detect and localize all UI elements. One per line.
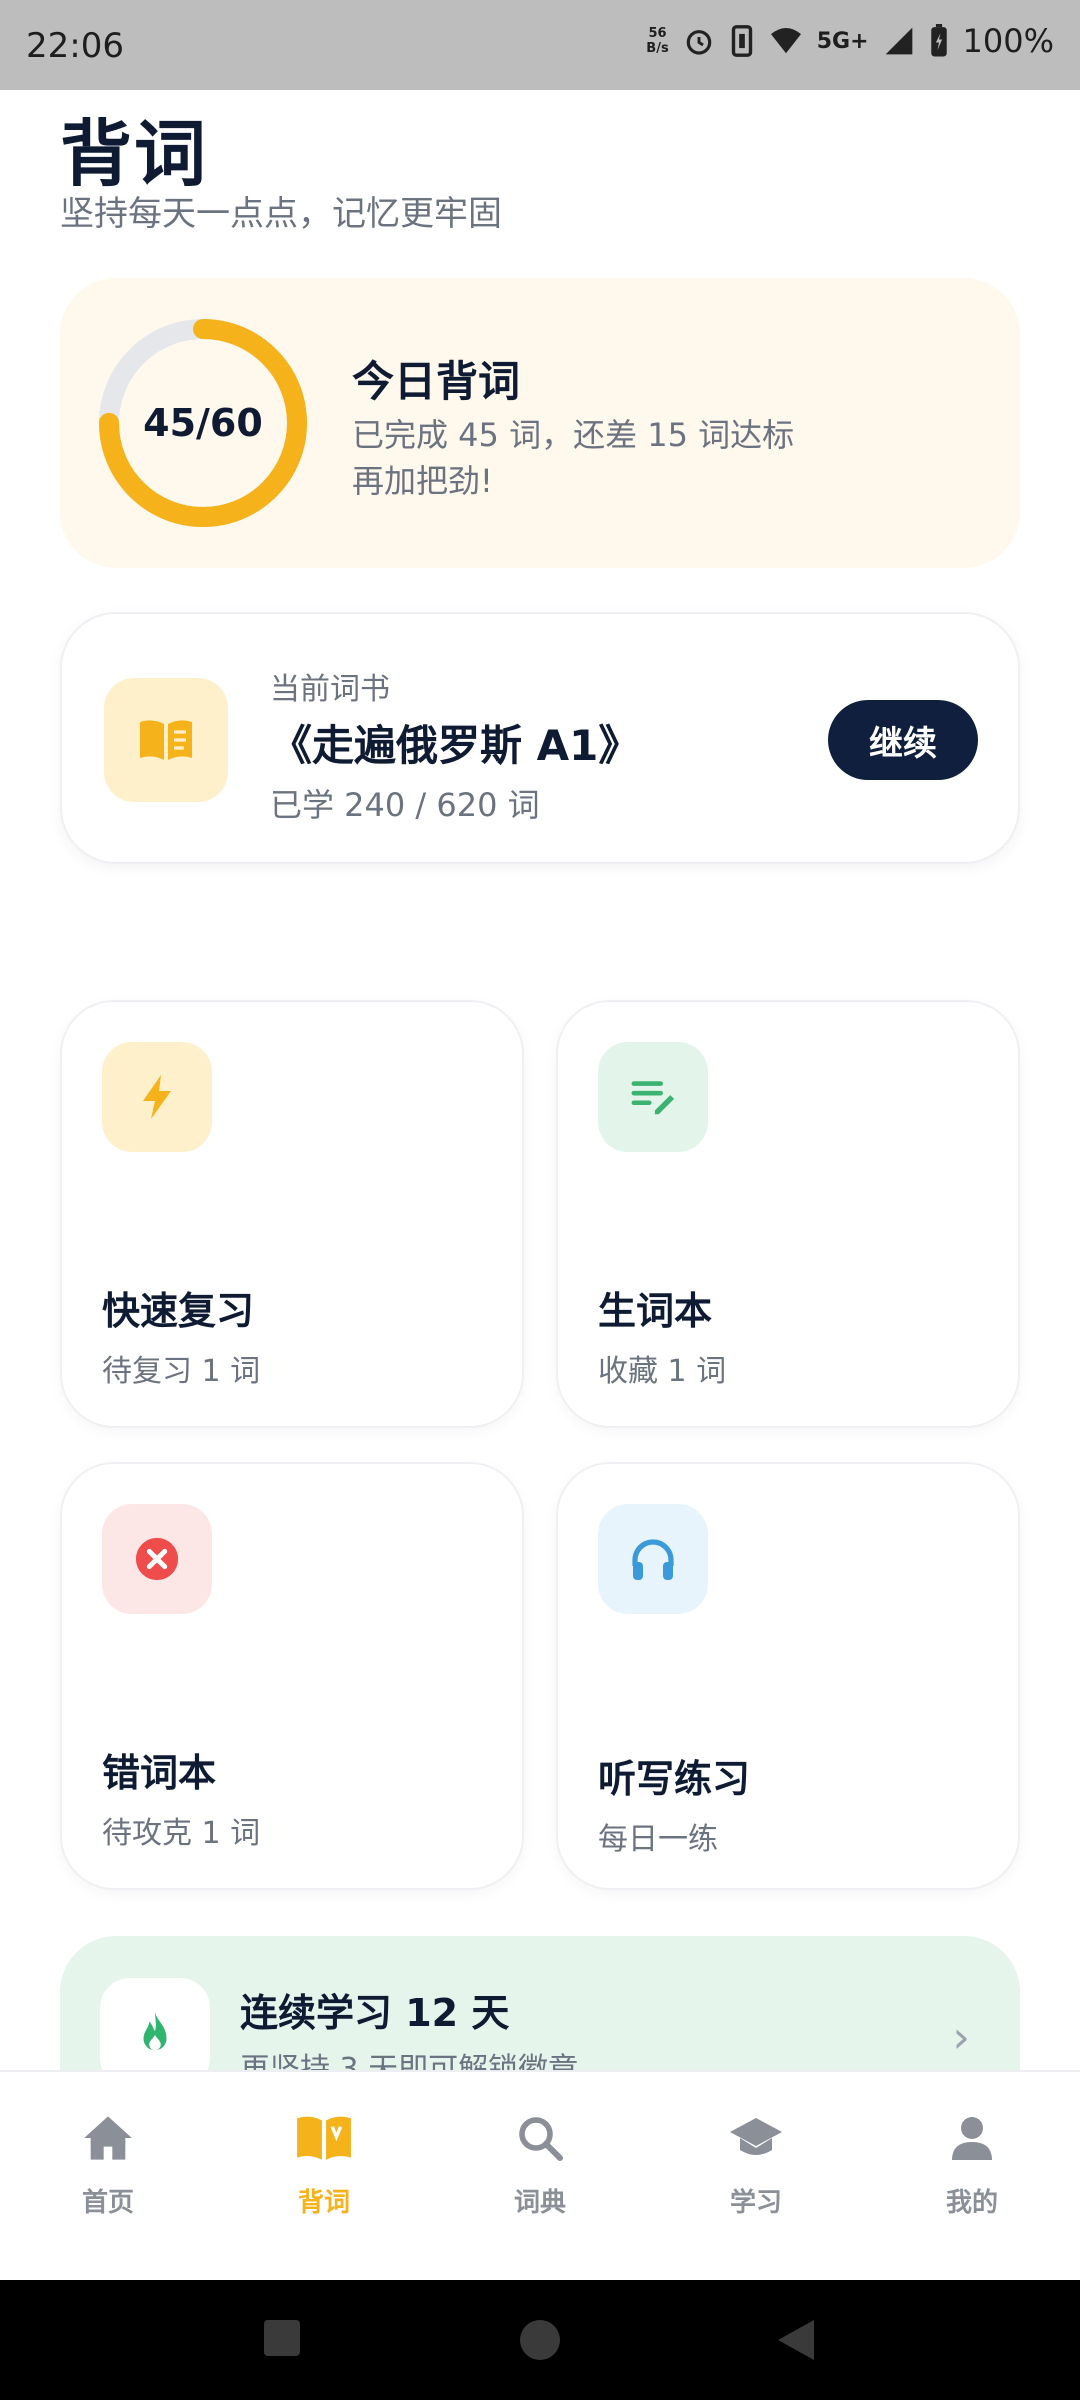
back-button[interactable]: [776, 2318, 816, 2362]
tile-subtitle: 每日一练: [598, 1822, 718, 1857]
battery-icon: [930, 24, 947, 57]
daily-description: 已完成 45 词，还差 15 词达标 再加把劲!: [352, 412, 794, 504]
search-icon: [510, 2108, 570, 2168]
nav-label: 学习: [729, 2188, 782, 2218]
page-title: 背词: [60, 112, 209, 196]
nav-item-home[interactable]: 首页: [0, 2072, 216, 2280]
lightning-icon: [102, 1042, 212, 1152]
close-circle-icon: [102, 1504, 212, 1614]
tile-title: 生词本: [598, 1289, 713, 1333]
nav-label: 我的: [945, 2188, 998, 2218]
book-progress: 已学 240 / 620 词: [270, 786, 540, 824]
dictation-tile[interactable]: 听写练习 每日一练: [556, 1462, 1020, 1890]
tile-subtitle: 收藏 1 词: [598, 1354, 727, 1389]
nav-item-vocab[interactable]: 背词: [216, 2072, 432, 2280]
status-time: 22:06: [26, 26, 124, 66]
nav-item-study[interactable]: 学习: [648, 2072, 864, 2280]
graduation-cap-icon: [726, 2108, 786, 2168]
quick-review-tile[interactable]: 快速复习 待复习 1 词: [60, 1000, 524, 1428]
streak-title: 连续学习 12 天: [240, 1991, 510, 2035]
chevron-right-icon: ›: [952, 2012, 970, 2063]
signal-icon: [885, 27, 912, 55]
recents-button[interactable]: [262, 2318, 302, 2358]
vocab-book-tile[interactable]: 生词本 收藏 1 词: [556, 1000, 1020, 1428]
tile-subtitle: 待复习 1 词: [102, 1354, 261, 1389]
tile-title: 快速复习: [102, 1289, 255, 1333]
current-book-card[interactable]: 当前词书 《走遍俄罗斯 A1》 已学 240 / 620 词 继续: [60, 612, 1020, 864]
wrong-words-tile[interactable]: 错词本 待攻克 1 词: [60, 1462, 524, 1890]
daily-title: 今日背词: [352, 357, 521, 406]
home-icon: [78, 2108, 138, 2168]
net-speed: 56 B/s: [646, 26, 669, 56]
daily-desc-line2: 再加把劲!: [352, 462, 493, 500]
tile-title: 听写练习: [598, 1757, 751, 1801]
daily-desc-line1: 已完成 45 词，还差 15 词达标: [352, 416, 795, 454]
page-subtitle: 坚持每天一点点，记忆更牢固: [60, 194, 502, 234]
system-nav-bar: [0, 2280, 1080, 2400]
battery-percent: 100%: [962, 22, 1054, 60]
alarm-icon: [686, 30, 711, 55]
tile-title: 错词本: [102, 1751, 217, 1795]
notes-edit-icon: [598, 1042, 708, 1152]
daily-progress-card[interactable]: 45/60 今日背词 已完成 45 词，还差 15 词达标 再加把劲!: [60, 278, 1020, 568]
current-book-label: 当前词书: [270, 672, 390, 707]
status-bar: 22:06 56 B/s 5G+ 100%: [0, 0, 1080, 90]
tile-subtitle: 待攻克 1 词: [102, 1816, 261, 1851]
nav-label: 词典: [513, 2188, 566, 2218]
progress-text: 45/60: [143, 401, 263, 445]
open-book-icon: [294, 2108, 354, 2168]
nav-item-profile[interactable]: 我的: [864, 2072, 1080, 2280]
vibrate-icon: [731, 25, 752, 57]
status-icons: 56 B/s 5G+ 100%: [646, 22, 1054, 60]
home-button[interactable]: [518, 2318, 562, 2362]
network-type: 5G+: [816, 28, 869, 54]
book-title: 《走遍俄罗斯 A1》: [270, 721, 641, 770]
book-icon: [104, 678, 228, 802]
person-icon: [942, 2108, 1002, 2168]
nav-label: 首页: [81, 2188, 134, 2218]
nav-label: 背词: [297, 2188, 350, 2218]
headphones-icon: [598, 1504, 708, 1614]
bottom-nav: 首页 背词 词典 学习 我的: [0, 2070, 1080, 2280]
nav-item-dictionary[interactable]: 词典: [432, 2072, 648, 2280]
wifi-icon: [770, 28, 801, 54]
continue-button[interactable]: 继续: [828, 700, 978, 780]
